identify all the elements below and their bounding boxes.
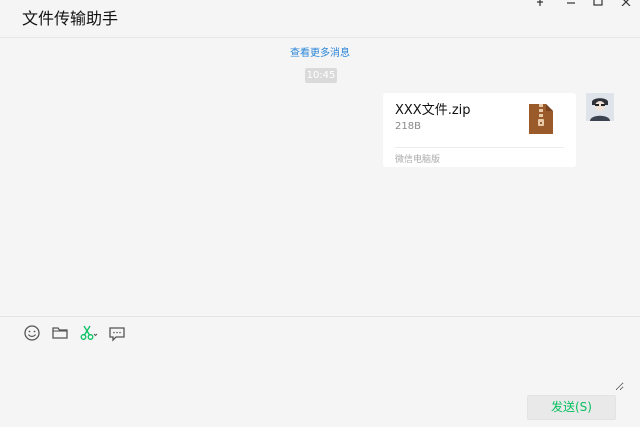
folder-icon[interactable] <box>50 323 70 343</box>
send-button[interactable]: 发送(S) <box>527 395 616 420</box>
maximize-icon[interactable] <box>591 0 605 6</box>
message-input[interactable] <box>16 351 624 391</box>
avatar[interactable] <box>586 93 614 121</box>
chat-history[interactable]: 查看更多消息 10:45 XXX文件.zip 218B 微信电脑版 <box>0 39 640 316</box>
file-name: XXX文件.zip <box>395 103 471 118</box>
chat-bubble-icon[interactable] <box>107 323 127 343</box>
window-title: 文件传输助手 <box>22 9 119 28</box>
scissors-icon[interactable] <box>78 323 98 343</box>
bubble-divider <box>395 147 564 148</box>
minimize-icon[interactable] <box>564 0 578 6</box>
composer: 发送(S) <box>0 316 640 427</box>
title-bar: 文件传输助手 <box>0 0 640 38</box>
emoji-icon[interactable] <box>22 323 42 343</box>
more-messages-link[interactable]: 查看更多消息 <box>0 44 640 59</box>
zip-archive-icon <box>527 102 555 136</box>
timestamp-badge: 10:45 <box>305 68 337 83</box>
close-icon[interactable] <box>619 0 633 7</box>
file-message-bubble[interactable]: XXX文件.zip 218B 微信电脑版 <box>383 93 576 167</box>
message-source: 微信电脑版 <box>395 155 441 165</box>
file-size: 218B <box>395 121 421 132</box>
pin-icon[interactable] <box>533 0 547 6</box>
